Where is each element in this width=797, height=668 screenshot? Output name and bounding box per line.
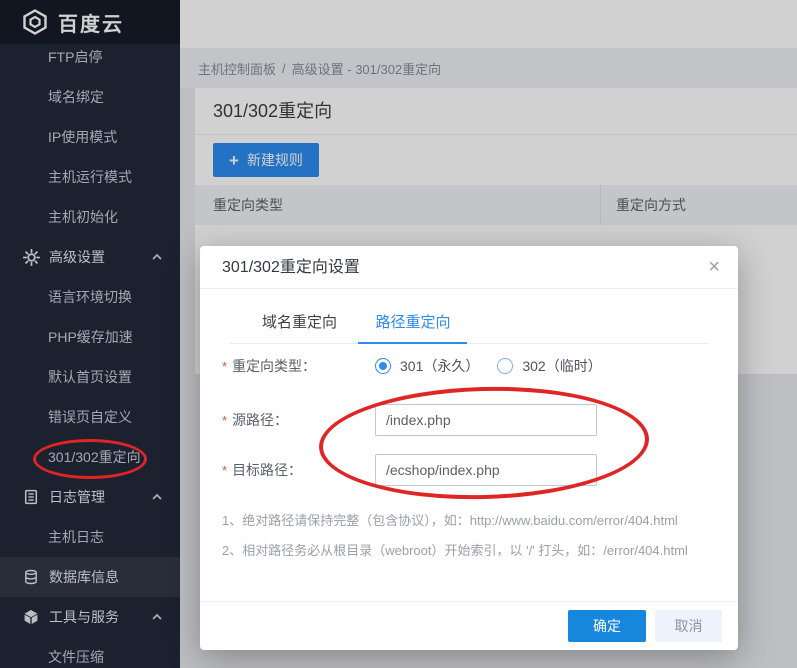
dialog-title: 301/302重定向设置	[200, 246, 738, 289]
redirect-settings-dialog: 301/302重定向设置 × 域名重定向 路径重定向 *重定向类型： 301（永…	[200, 246, 738, 650]
required-mark: *	[222, 413, 227, 428]
required-mark: *	[222, 463, 227, 478]
radio-unselected-icon[interactable]	[497, 358, 513, 374]
redirect-type-label: *重定向类型：	[222, 356, 375, 376]
radio-301-permanent[interactable]: 301（永久）	[375, 356, 479, 376]
form-row-redirect-type: *重定向类型： 301（永久） 302（临时）	[222, 350, 716, 382]
form-row-source-path: *源路径：	[222, 404, 716, 436]
tab-path-redirect[interactable]: 路径重定向	[358, 302, 467, 344]
radio-selected-icon[interactable]	[375, 358, 391, 374]
tab-domain-redirect[interactable]: 域名重定向	[245, 302, 354, 342]
required-mark: *	[222, 359, 227, 374]
screen: 百度云 FTP启停 域名绑定 IP使用模式 主机运行模式 主机初始化	[0, 0, 797, 668]
target-path-input[interactable]	[375, 454, 597, 486]
note-relative-path: 2、相对路径务必从根目录（webroot）开始索引，以 '/' 打头，如：/er…	[222, 540, 716, 559]
source-path-input[interactable]	[375, 404, 597, 436]
target-path-label: *目标路径：	[222, 460, 375, 480]
close-icon[interactable]: ×	[706, 255, 722, 279]
radio-302-label: 302（临时）	[522, 356, 601, 376]
source-path-label: *源路径：	[222, 410, 375, 430]
radio-302-temporary[interactable]: 302（临时）	[497, 356, 601, 376]
form-row-target-path: *目标路径：	[222, 454, 716, 486]
dialog-footer: 确定 取消	[200, 601, 738, 650]
cancel-button[interactable]: 取消	[655, 610, 722, 642]
dialog-tabs: 域名重定向 路径重定向	[230, 302, 708, 344]
note-absolute-path: 1、绝对路径请保持完整（包含协议），如：http://www.baidu.com…	[222, 510, 716, 529]
radio-301-label: 301（永久）	[400, 356, 479, 376]
confirm-button[interactable]: 确定	[568, 610, 646, 642]
